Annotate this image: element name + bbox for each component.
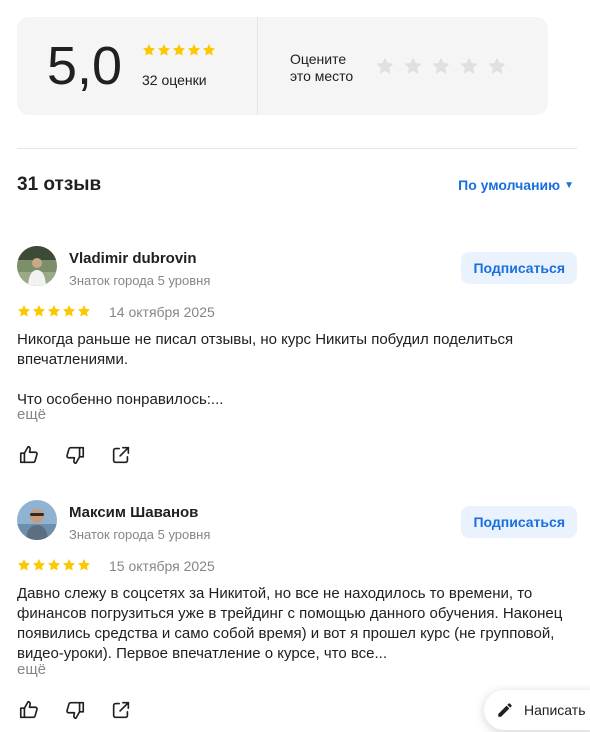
sort-label: По умолчанию [458, 177, 561, 193]
rate-star-icon[interactable] [375, 56, 395, 76]
review-stars [17, 558, 91, 572]
star-icon [187, 43, 201, 57]
star-icon [202, 43, 216, 57]
star-icon [157, 43, 171, 57]
star-icon [77, 304, 91, 318]
review-stars [17, 304, 91, 318]
author-name[interactable]: Максим Шаванов [69, 504, 198, 521]
avatar[interactable] [17, 500, 57, 540]
review-actions [17, 443, 133, 467]
author-name[interactable]: Vladimir dubrovin [69, 250, 197, 267]
star-icon [17, 558, 31, 572]
rate-star-icon[interactable] [431, 56, 451, 76]
rate-star-icon[interactable] [403, 56, 423, 76]
reviews-count: 31 отзыв [17, 174, 102, 195]
review-actions [17, 698, 133, 722]
thumb-up-icon[interactable] [17, 443, 41, 467]
star-icon [47, 558, 61, 572]
write-review-label: Написать [524, 702, 586, 718]
star-icon [32, 558, 46, 572]
rate-star-icon[interactable] [459, 56, 479, 76]
subscribe-button[interactable]: Подписаться [461, 506, 577, 538]
star-icon [62, 558, 76, 572]
star-icon [172, 43, 186, 57]
star-icon [142, 43, 156, 57]
author-level: Знаток города 5 уровня [69, 273, 211, 288]
review-text: Никогда раньше не писал отзывы, но курс … [17, 331, 514, 408]
card-divider [257, 17, 258, 115]
thumb-up-icon[interactable] [17, 698, 41, 722]
star-icon [47, 304, 61, 318]
avatar[interactable] [17, 246, 57, 286]
rating-summary-card: 5,0 32 оценки Оцените это место [17, 17, 548, 115]
rate-star-icon[interactable] [487, 56, 507, 76]
subscribe-button[interactable]: Подписаться [461, 252, 577, 284]
rate-prompt: Оцените это место [290, 51, 354, 84]
sort-dropdown[interactable]: По умолчанию ▼ [458, 177, 574, 193]
star-icon [77, 558, 91, 572]
thumb-down-icon[interactable] [63, 443, 87, 467]
share-icon[interactable] [109, 443, 133, 467]
section-divider [17, 148, 577, 149]
average-score: 5,0 [47, 36, 123, 96]
write-review-button[interactable]: Написать [484, 690, 590, 730]
review-date: 14 октября 2025 [109, 304, 215, 320]
star-icon [62, 304, 76, 318]
author-level: Знаток города 5 уровня [69, 527, 211, 542]
star-icon [17, 304, 31, 318]
rate-stars[interactable] [375, 56, 507, 76]
review-date: 15 октября 2025 [109, 558, 215, 574]
review-card: Vladimir dubrovin Знаток города 5 уровня… [17, 246, 577, 476]
caret-down-icon: ▼ [564, 179, 574, 191]
ratings-count: 32 оценки [142, 72, 207, 88]
thumb-down-icon[interactable] [63, 698, 87, 722]
star-icon [32, 304, 46, 318]
review-text: Давно слежу в соцсетях за Никитой, но вс… [17, 585, 563, 662]
pencil-icon [498, 703, 512, 717]
average-stars [142, 43, 216, 57]
share-icon[interactable] [109, 698, 133, 722]
show-more-link[interactable]: ещё [17, 661, 46, 678]
show-more-link[interactable]: ещё [17, 406, 46, 423]
